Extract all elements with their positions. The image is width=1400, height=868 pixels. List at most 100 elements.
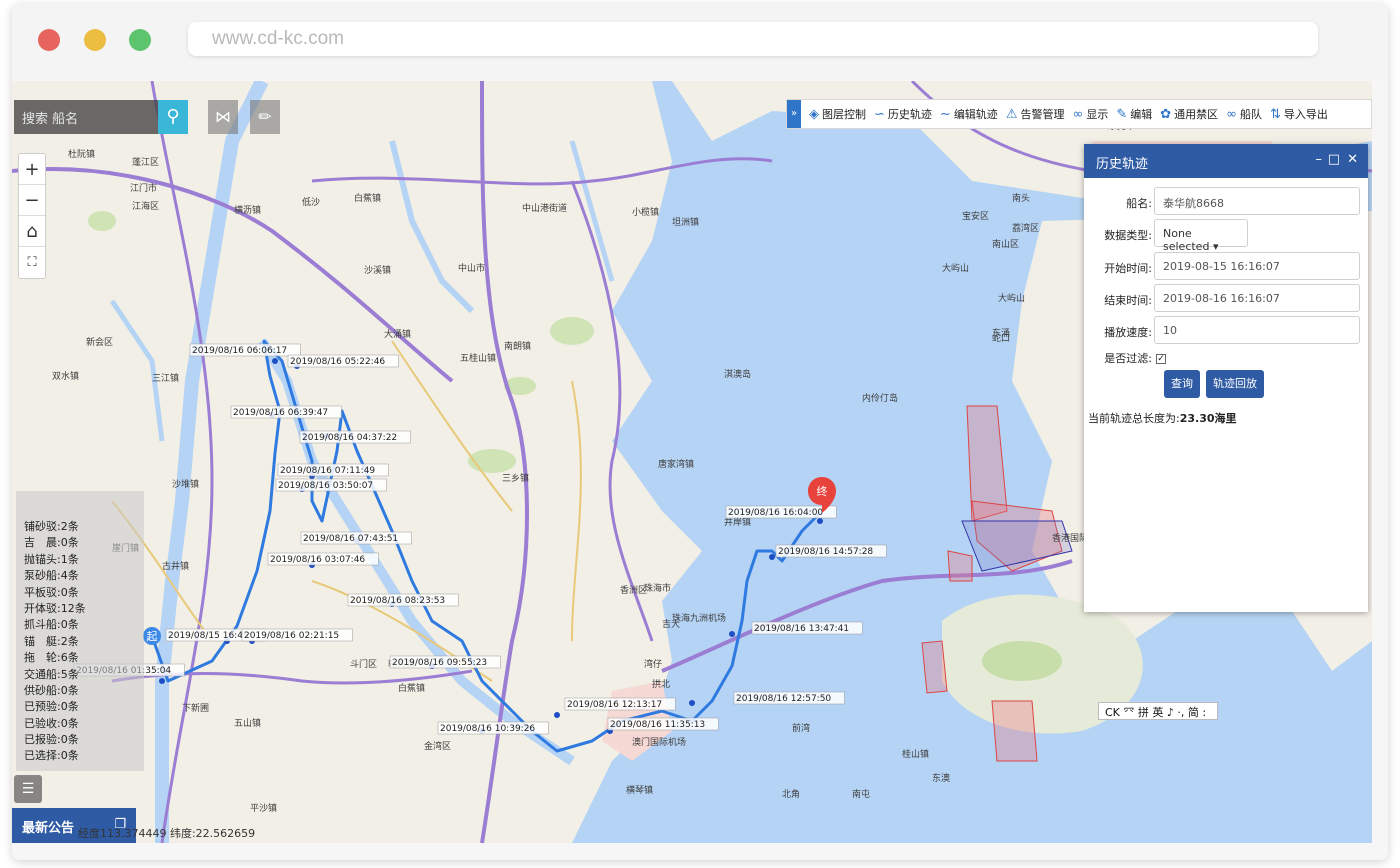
fullscreen-icon[interactable]: ⛶ — [19, 247, 45, 278]
map-place-label: 东澳 — [932, 772, 950, 784]
stats-item: 已预验:0条 — [24, 700, 79, 714]
maximize-window-button[interactable] — [129, 29, 151, 51]
toolbar-collapse-button[interactable]: » — [787, 100, 801, 128]
data-type-label: 数据类型: — [1104, 229, 1152, 242]
track-timestamp-label: 2019/08/16 06:39:47 — [233, 408, 328, 418]
track-timestamp-label: 2019/08/16 13:47:41 — [754, 624, 849, 634]
toolbar-item[interactable]: ✿ 通用禁区 — [1160, 106, 1218, 122]
toolbar-item[interactable]: ∽ 历史轨迹 — [874, 106, 932, 122]
stats-item: 供砂船:0条 — [24, 683, 79, 697]
map-place-label: 荔湾区 — [1012, 222, 1039, 234]
track-point[interactable] — [817, 518, 823, 524]
zoom-in-button[interactable]: + — [19, 154, 45, 185]
track-timestamp-label: 2019/08/16 02:21:15 — [244, 631, 339, 641]
map-view[interactable]: 蓬江区 江门市 江海区 杜阮镇 横沥镇 低沙 白蕉镇 中山港街道 小榄镇 坦洲镇 中山市 沙溪镇 大涌镇… — [12, 81, 1372, 843]
toolbar-item[interactable]: ∼ 编辑轨迹 — [940, 106, 998, 122]
minimize-icon[interactable]: – — [1316, 152, 1323, 167]
track-point[interactable] — [769, 554, 775, 560]
ime-toolbar[interactable]: CK 㓁 拼 英 ♪ ·, 简 : — [1098, 702, 1218, 720]
track-timestamp-label: 2019/08/16 07:11:49 — [280, 466, 375, 476]
history-track-panel: 历史轨迹 – □ ✕ 船名: 泰华航8668 数据类型: None select… — [1084, 144, 1368, 612]
speed-field[interactable]: 10 — [1154, 316, 1360, 344]
track-point[interactable] — [729, 631, 735, 637]
close-icon[interactable]: ✕ — [1347, 152, 1358, 167]
home-icon[interactable]: ⌂ — [19, 216, 45, 247]
map-place-label: 蓬江区 — [132, 156, 159, 168]
toolbar-item-label: 告警管理 — [1020, 108, 1065, 121]
stats-item: 抛锚头:1条 — [24, 552, 79, 566]
track-point[interactable] — [689, 700, 695, 706]
map-place-label: 江海区 — [132, 200, 159, 212]
map-place-label: 沙溪镇 — [364, 264, 391, 276]
query-button[interactable]: 查询 — [1164, 370, 1200, 398]
map-place-label: 杜阮镇 — [68, 148, 95, 160]
browser-titlebar: www.cd-kc.com — [12, 4, 1388, 80]
toolbar-item-label: 导入导出 — [1283, 108, 1328, 121]
data-type-row: 数据类型: None selected ▾ — [1084, 219, 1368, 253]
map-place-label: 五山镇 — [234, 717, 261, 729]
toolbar-item[interactable]: ∞ 船队 — [1226, 106, 1262, 122]
map-place-label: 珠海市 — [644, 582, 671, 594]
toolbar-item[interactable]: ⇅ 导入导出 — [1270, 106, 1328, 122]
toolbar-item-label: 通用禁区 — [1174, 108, 1219, 121]
ship-name-row: 船名: 泰华航8668 — [1084, 187, 1368, 217]
ship-name-label: 船名: — [1126, 197, 1152, 210]
track-timestamp-label: 2019/08/16 08:23:53 — [350, 596, 445, 606]
restricted-zone-5 — [991, 700, 1038, 762]
ship-search-input[interactable]: 搜索 船名 — [14, 100, 158, 134]
filter-label: 是否过滤: — [1104, 352, 1152, 365]
map-toolbar: » ◈ 图层控制 ∽ 历史轨迹 ∼ 编辑轨迹 ⚠ 告警管理 ∞ 显示 ✎ 编辑 ✿ 通用禁区 ∞ 船队 ⇅ 导入导… — [786, 99, 1372, 129]
minimize-window-button[interactable] — [84, 29, 106, 51]
track-point[interactable] — [554, 712, 560, 718]
track-icon: ∽ — [874, 106, 885, 122]
end-time-field[interactable]: 2019-08-16 16:16:07 — [1154, 284, 1360, 312]
playback-button[interactable]: 轨迹回放 — [1206, 370, 1264, 398]
toolbar-item[interactable]: ⚠ 告警管理 — [1006, 106, 1065, 122]
toolbar-item[interactable]: ∞ 显示 — [1072, 106, 1108, 122]
map-place-label: 宝安区 — [962, 210, 989, 222]
map-place-label: 中山港街道 — [522, 202, 567, 214]
toolbar-item-label: 显示 — [1086, 108, 1109, 121]
ship-name-field[interactable]: 泰华航8668 — [1154, 187, 1360, 215]
track-point[interactable] — [159, 678, 165, 684]
park-lantau — [982, 641, 1062, 681]
track-length-value: 23.30海里 — [1179, 412, 1237, 425]
map-place-label: 白蕉镇 — [398, 682, 425, 694]
zoom-out-button[interactable]: − — [19, 185, 45, 216]
start-time-row: 开始时间: 2019-08-15 16:16:07 — [1084, 252, 1368, 282]
map-place-label: 香洲区 — [620, 585, 647, 596]
map-place-label: 古井镇 — [162, 560, 189, 572]
map-place-label: 五桂山镇 — [460, 352, 496, 364]
svg-text:终: 终 — [817, 484, 828, 498]
address-bar[interactable]: www.cd-kc.com — [188, 22, 1318, 56]
layer-switch-icon[interactable]: ☰ — [14, 775, 42, 803]
map-place-label: 金湾区 — [424, 740, 451, 752]
track-timestamp-label: 2019/08/16 05:22:46 — [290, 357, 385, 367]
map-place-label: 沙堆镇 — [172, 478, 199, 490]
map-place-label: 内伶仃岛 — [862, 392, 898, 404]
map-place-label: 双水镇 — [52, 370, 79, 382]
gear-icon: ✿ — [1160, 106, 1172, 122]
display-icon: ∞ — [1072, 106, 1084, 122]
map-place-label: 三乡镇 — [502, 472, 529, 484]
track-timestamp-label: 2019/08/16 11:35:13 — [610, 720, 705, 730]
toolbar-item[interactable]: ◈ 图层控制 — [809, 106, 866, 122]
stats-item: 吉 晨:0条 — [24, 536, 79, 550]
close-window-button[interactable] — [38, 29, 60, 51]
toolbar-item[interactable]: ✎ 编辑 — [1116, 106, 1152, 122]
measure-angle-icon[interactable]: ⋈ — [208, 100, 238, 134]
map-place-label: 小榄镇 — [632, 206, 659, 218]
end-time-row: 结束时间: 2019-08-16 16:16:07 — [1084, 284, 1368, 314]
data-type-select[interactable]: None selected ▾ — [1154, 219, 1248, 253]
map-place-label: 唐家湾镇 — [658, 458, 694, 470]
map-place-label: 湾仔 — [644, 658, 662, 670]
filter-checkbox[interactable]: ✓ — [1156, 354, 1166, 364]
track-timestamp-label: 2019/08/16 10:39:26 — [440, 724, 535, 734]
stats-item: 抓斗船:0条 — [24, 618, 79, 632]
search-icon[interactable]: ⚲ — [158, 100, 188, 134]
ruler-icon[interactable]: ✏ — [250, 100, 280, 134]
map-place-label: 南朗镇 — [504, 340, 531, 352]
track-point[interactable] — [272, 358, 278, 364]
start-time-field[interactable]: 2019-08-15 16:16:07 — [1154, 252, 1360, 280]
maximize-icon[interactable]: □ — [1328, 152, 1340, 167]
